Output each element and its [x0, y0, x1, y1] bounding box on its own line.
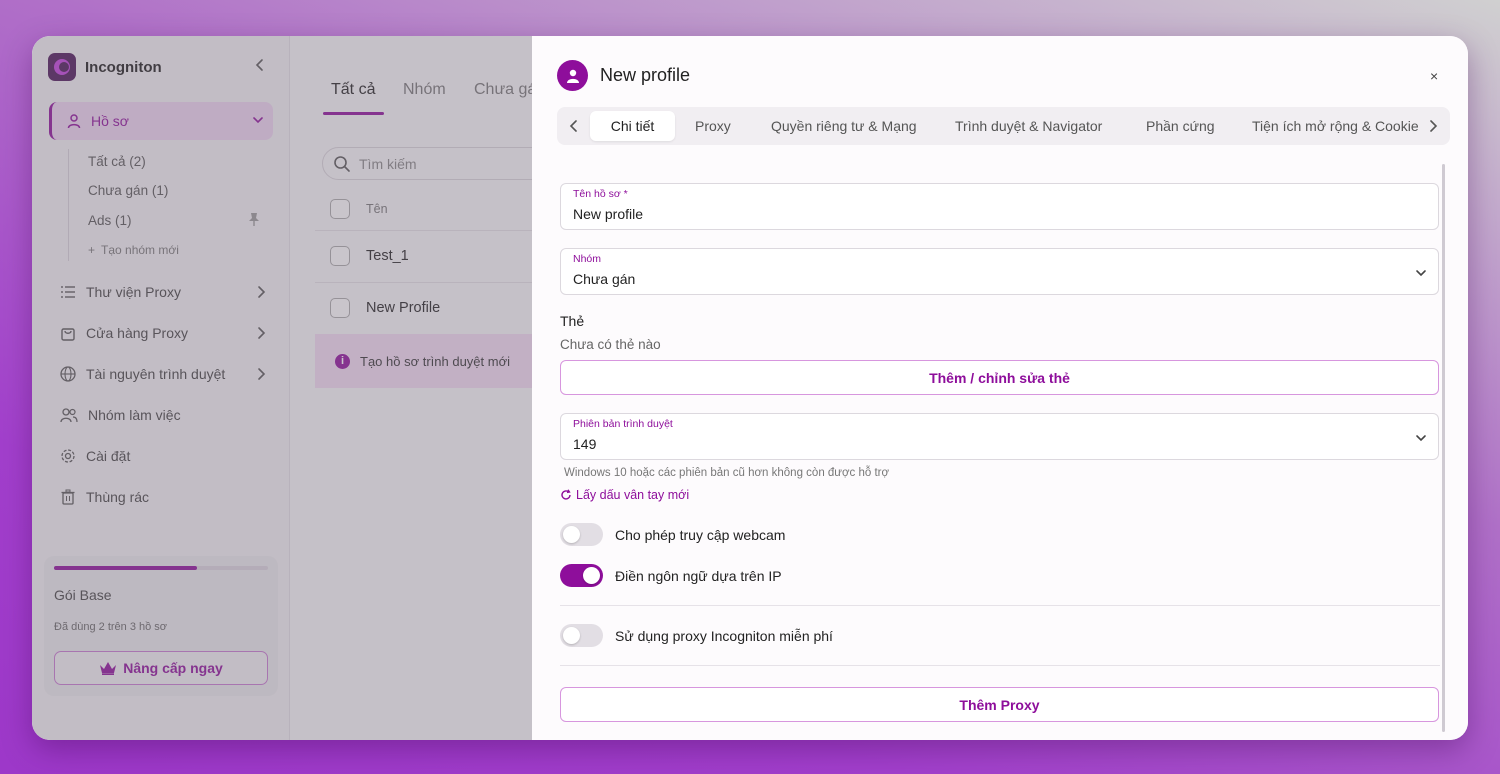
ip-language-toggle[interactable]: [560, 564, 603, 587]
profile-avatar: [557, 60, 588, 91]
profile-name-field[interactable]: Tên hồ sơ * New profile: [560, 183, 1439, 230]
add-proxy-label: Thêm Proxy: [959, 696, 1040, 713]
refresh-icon: [561, 489, 571, 500]
tab-browser-navigator[interactable]: Trình duyệt & Navigator: [955, 111, 1102, 141]
tab-hardware[interactable]: Phần cứng: [1146, 111, 1215, 141]
tabs-scroll-right-icon[interactable]: [1426, 118, 1440, 134]
section-divider: [560, 665, 1440, 666]
toggle-knob: [563, 526, 580, 543]
browser-version-hint: Windows 10 hoặc các phiên bản cũ hơn khô…: [564, 467, 890, 479]
toggle-knob: [583, 567, 600, 584]
tags-empty-text: Chưa có thẻ nào: [560, 337, 661, 352]
add-proxy-button[interactable]: Thêm Proxy: [560, 687, 1439, 722]
drawer-tabs: Chi tiết Proxy Quyền riêng tư & Mạng Trì…: [557, 107, 1450, 145]
tab-details[interactable]: Chi tiết: [590, 111, 675, 141]
webcam-toggle-label: Cho phép truy cập webcam: [615, 526, 786, 543]
new-fingerprint-link[interactable]: Lấy dấu vân tay mới: [560, 488, 689, 502]
browser-version-select[interactable]: Phiên bản trình duyệt 149: [560, 413, 1439, 460]
sidebar: Incogniton Hồ sơ Tất cả (2) Chưa gán (1)…: [32, 36, 290, 740]
section-divider: [560, 605, 1440, 606]
tabs-scroll-left-icon[interactable]: [567, 118, 581, 134]
toggle-knob: [563, 627, 580, 644]
group-label: Nhóm: [573, 253, 602, 265]
tab-extensions-cookies[interactable]: Tiện ích mở rộng & Cookie: [1252, 111, 1419, 141]
edit-tags-button[interactable]: Thêm / chỉnh sửa thẻ: [560, 360, 1439, 395]
app-window: Incogniton Hồ sơ Tất cả (2) Chưa gán (1)…: [32, 36, 1468, 740]
ip-language-toggle-label: Điền ngôn ngữ dựa trên IP: [615, 567, 782, 584]
user-icon: [566, 69, 579, 83]
free-proxy-toggle-row: Sử dụng proxy Incogniton miễn phí: [560, 624, 833, 647]
free-proxy-toggle-label: Sử dụng proxy Incogniton miễn phí: [615, 627, 833, 644]
drawer-header: New profile: [557, 60, 690, 91]
browser-version-value: 149: [573, 436, 597, 452]
webcam-toggle[interactable]: [560, 523, 603, 546]
tags-label: Thẻ: [560, 313, 585, 329]
group-value: Chưa gán: [573, 271, 636, 287]
new-profile-drawer: New profile × Chi tiết Proxy Quyền riêng…: [532, 36, 1468, 740]
profile-name-value: New profile: [573, 206, 644, 222]
free-proxy-toggle[interactable]: [560, 624, 603, 647]
modal-backdrop-sidebar[interactable]: [32, 36, 290, 740]
drawer-scrollbar[interactable]: [1442, 164, 1445, 732]
new-fingerprint-label: Lấy dấu vân tay mới: [576, 488, 690, 502]
tab-proxy[interactable]: Proxy: [695, 111, 731, 141]
browser-version-label: Phiên bản trình duyệt: [573, 418, 673, 430]
tab-privacy-network[interactable]: Quyền riêng tư & Mạng: [771, 111, 917, 141]
ip-language-toggle-row: Điền ngôn ngữ dựa trên IP: [560, 564, 782, 587]
edit-tags-label: Thêm / chỉnh sửa thẻ: [929, 369, 1070, 386]
webcam-toggle-row: Cho phép truy cập webcam: [560, 523, 785, 546]
close-drawer-button[interactable]: ×: [1430, 68, 1438, 84]
group-select[interactable]: Nhóm Chưa gán: [560, 248, 1439, 295]
chevron-down-icon: [1416, 270, 1426, 277]
drawer-title: New profile: [600, 65, 691, 85]
profile-name-label: Tên hồ sơ *: [573, 188, 628, 200]
chevron-down-icon: [1416, 435, 1426, 442]
